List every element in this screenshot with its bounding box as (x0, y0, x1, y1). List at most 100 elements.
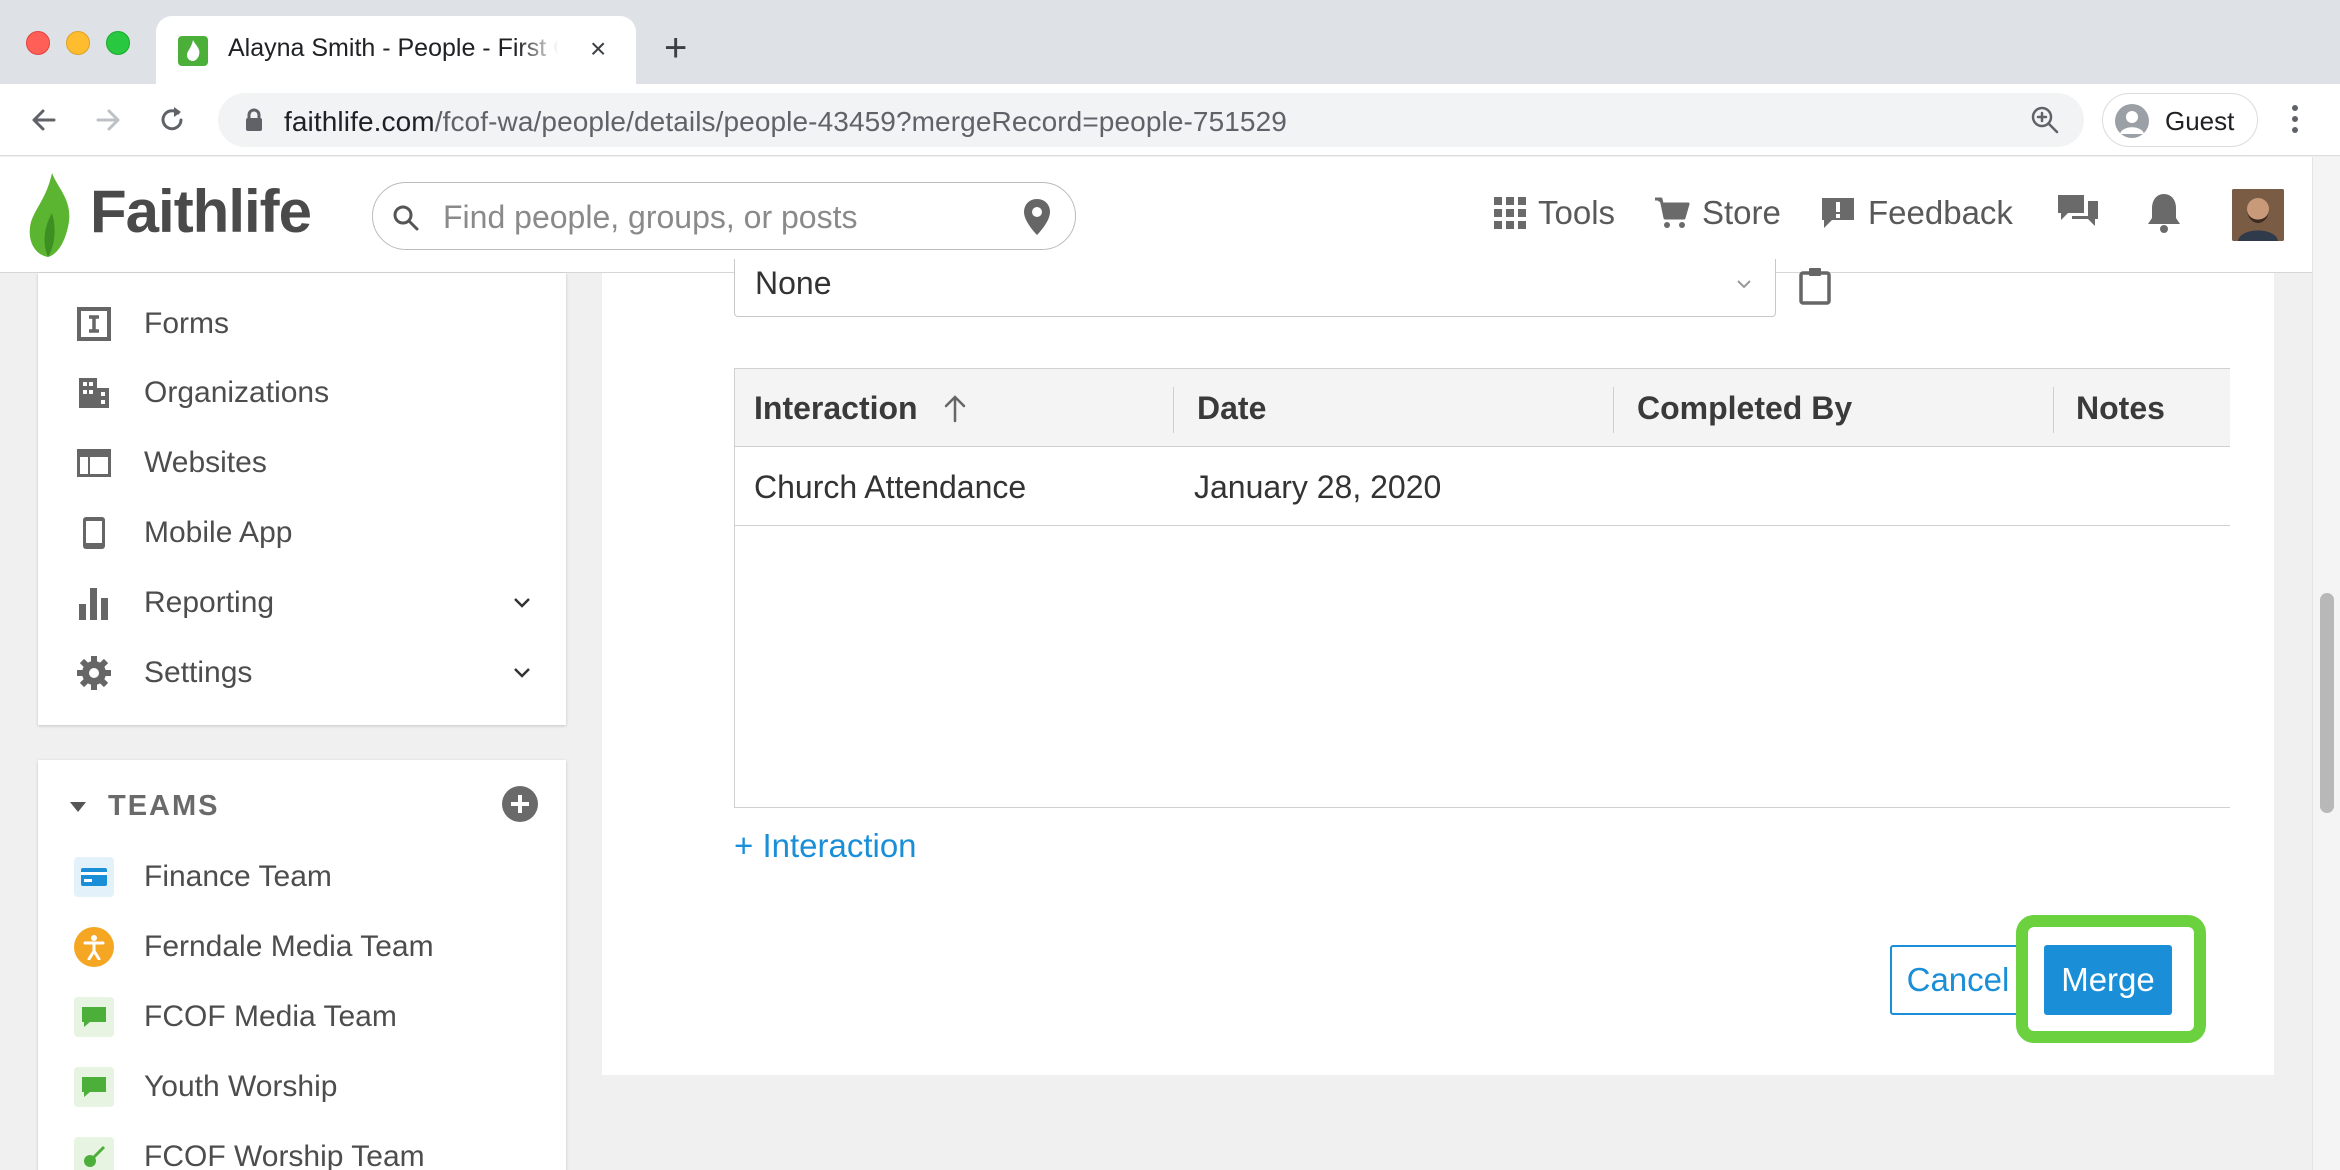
column-header-label: Notes (2076, 389, 2165, 426)
chat-bubble-icon (74, 997, 114, 1037)
app-header: Faithlife Tools Store (0, 157, 2312, 273)
teams-header[interactable]: TEAMS (68, 790, 220, 823)
sidebar-item-label: Organizations (144, 376, 330, 409)
browser-menu-icon[interactable] (2290, 102, 2300, 138)
scrollbar-thumb[interactable] (2320, 593, 2334, 813)
chevron-down-icon[interactable] (510, 590, 534, 614)
team-label: FCOF Worship Team (144, 1140, 425, 1170)
team-item[interactable]: Ferndale Media Team (74, 922, 534, 972)
reporting-icon (74, 583, 114, 623)
forward-arrow-icon[interactable] (90, 102, 126, 138)
faithlife-favicon-icon (178, 36, 208, 66)
messages-icon[interactable] (2056, 191, 2100, 231)
websites-icon (74, 443, 114, 483)
cart-icon (1655, 197, 1690, 228)
column-header-date[interactable]: Date (1197, 369, 1266, 447)
tab-close-icon[interactable]: × (590, 34, 606, 64)
contact-select[interactable]: None (734, 259, 1776, 317)
select-value: None (755, 265, 832, 301)
faithlife-logo-icon[interactable] (22, 171, 82, 261)
team-item[interactable]: FCOF Media Team (74, 992, 534, 1042)
column-header-notes[interactable]: Notes (2076, 369, 2165, 447)
sidebar-item-websites[interactable]: Websites (74, 438, 554, 488)
team-item[interactable]: Youth Worship (74, 1062, 534, 1112)
table-header: Interaction Date Completed By Notes (735, 369, 2230, 447)
column-header-completed-by[interactable]: Completed By (1637, 369, 1852, 447)
sidebar-item-label: Forms (144, 307, 229, 340)
sidebar-item-label: Mobile App (144, 516, 293, 549)
location-pin-icon[interactable] (1021, 197, 1053, 237)
column-header-label: Completed By (1637, 389, 1853, 426)
column-separator[interactable] (1613, 387, 1614, 433)
page-scrollbar[interactable] (2312, 157, 2340, 1170)
cell-date: January 28, 2020 (1194, 468, 1442, 505)
caret-down-icon[interactable] (68, 800, 88, 814)
user-avatar[interactable] (2232, 189, 2284, 241)
settings-icon (74, 653, 114, 693)
column-header-label: Interaction (754, 389, 918, 426)
sidebar-item-reporting[interactable]: Reporting (74, 578, 554, 628)
tools-label: Tools (1538, 194, 1616, 231)
team-label: Youth Worship (144, 1070, 338, 1103)
merge-panel: None Interaction Date Completed By Notes… (602, 259, 2274, 1075)
cell-interaction: Church Attendance (754, 468, 1027, 505)
chevron-down-icon[interactable] (510, 660, 534, 684)
reload-icon[interactable] (154, 102, 190, 138)
feedback-menu[interactable]: Feedback (1820, 191, 2013, 235)
sidebar-item-mobile-app[interactable]: Mobile App (74, 508, 554, 558)
clipboard-icon[interactable] (1798, 265, 1832, 305)
forms-icon (74, 304, 114, 344)
browser-tab-bar: Alayna Smith - People - First Church of … (0, 0, 2340, 84)
store-label: Store (1702, 194, 1781, 231)
sort-ascending-icon[interactable] (942, 393, 968, 423)
search-icon (393, 205, 419, 231)
zoom-icon[interactable] (2030, 105, 2060, 135)
interactions-table: Interaction Date Completed By Notes Chur… (734, 368, 2230, 808)
column-separator[interactable] (1173, 387, 1174, 433)
sidebar-nav: Forms Organizations Websites Mobile App … (38, 273, 566, 725)
feedback-label: Feedback (1868, 194, 2013, 231)
chevron-down-icon (1737, 280, 1751, 289)
organizations-icon (74, 373, 114, 413)
mobile-app-icon (74, 513, 114, 553)
profile-button[interactable]: Guest (2102, 93, 2258, 147)
sidebar-item-label: Reporting (144, 586, 275, 619)
team-label: FCOF Media Team (144, 1000, 397, 1033)
faithlife-logo-text[interactable]: Faithlife (90, 177, 312, 246)
column-header-label: Date (1197, 389, 1267, 426)
search-input[interactable] (443, 197, 1003, 237)
table-row[interactable]: Church Attendance January 28, 2020 (735, 448, 2230, 526)
team-label: Finance Team (144, 860, 332, 893)
team-item[interactable]: Finance Team (74, 852, 534, 902)
tools-menu[interactable]: Tools (1494, 191, 1615, 235)
browser-toolbar: faithlife.com/fcof-wa/people/details/peo… (0, 84, 2340, 156)
feedback-icon (1822, 198, 1854, 228)
team-item[interactable]: FCOF Worship Team (74, 1132, 534, 1170)
guest-avatar-icon (2115, 104, 2149, 138)
store-menu[interactable]: Store (1654, 191, 1781, 235)
add-interaction-link[interactable]: + Interaction (734, 827, 917, 865)
window-close-button[interactable] (26, 31, 50, 55)
back-arrow-icon[interactable] (26, 102, 62, 138)
team-label: Ferndale Media Team (144, 930, 434, 963)
window-maximize-button[interactable] (106, 31, 130, 55)
column-separator[interactable] (2053, 387, 2054, 433)
teams-title: TEAMS (108, 790, 220, 822)
browser-tab[interactable]: Alayna Smith - People - First Church of … (156, 16, 636, 84)
add-team-icon[interactable] (502, 786, 538, 822)
address-bar[interactable]: faithlife.com/fcof-wa/people/details/peo… (218, 93, 2084, 147)
column-header-interaction[interactable]: Interaction (754, 369, 968, 447)
window-minimize-button[interactable] (66, 31, 90, 55)
sidebar-item-organizations[interactable]: Organizations (74, 368, 554, 418)
sidebar-item-settings[interactable]: Settings (74, 648, 554, 698)
new-tab-button[interactable]: + (664, 28, 687, 68)
cancel-button[interactable]: Cancel (1890, 945, 2026, 1015)
teams-panel: TEAMS Finance Team Ferndale Media Team F… (38, 760, 566, 1170)
tab-title: Alayna Smith - People - First Church of … (228, 34, 558, 63)
global-search[interactable] (372, 182, 1076, 250)
card-icon (74, 857, 114, 897)
notifications-bell-icon[interactable] (2146, 191, 2182, 233)
merge-button[interactable]: Merge (2044, 945, 2172, 1015)
lock-icon (246, 108, 262, 131)
sidebar-item-forms[interactable]: Forms (74, 299, 554, 349)
